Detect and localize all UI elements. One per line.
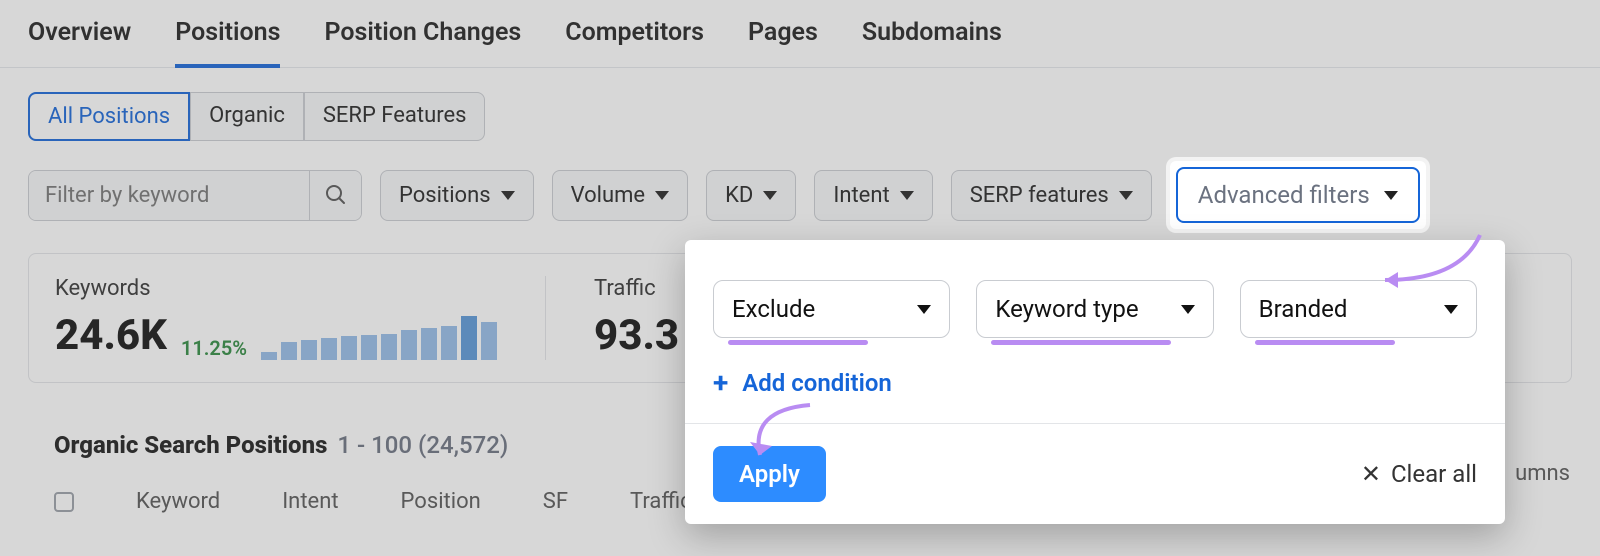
filter-positions[interactable]: Positions [380, 170, 534, 221]
results-range: 1 - 100 (24,572) [337, 431, 508, 459]
keyword-search [28, 170, 362, 221]
chevron-down-icon [900, 191, 914, 200]
filter-serp-features[interactable]: SERP features [951, 170, 1152, 221]
stat-traffic-label: Traffic [594, 276, 679, 301]
filter-kd-label: KD [725, 183, 753, 208]
stat-keywords-value: 24.6K [55, 311, 167, 360]
advanced-filters-label: Advanced filters [1198, 181, 1370, 209]
chevron-down-icon [501, 191, 515, 200]
condition-value-value: Branded [1259, 295, 1348, 323]
manage-columns-partial[interactable]: umns [1515, 461, 1570, 486]
pos-serp-features[interactable]: SERP Features [304, 92, 486, 141]
condition-value-select[interactable]: Branded [1240, 280, 1477, 338]
nav-tabs: Overview Positions Position Changes Comp… [0, 0, 1600, 68]
tab-pages[interactable]: Pages [748, 18, 818, 67]
tab-overview[interactable]: Overview [28, 18, 131, 67]
chevron-down-icon [917, 305, 931, 314]
col-traffic[interactable]: Traffic [630, 489, 692, 514]
filter-kd[interactable]: KD [706, 170, 796, 221]
stat-keywords: Keywords 24.6K 11.25% [55, 276, 546, 360]
tab-subdomains[interactable]: Subdomains [862, 18, 1002, 67]
filter-serp-features-label: SERP features [970, 183, 1109, 208]
advanced-filters-button[interactable]: Advanced filters [1176, 167, 1420, 223]
chevron-down-icon [1181, 305, 1195, 314]
chevron-down-icon [1384, 191, 1398, 200]
col-sf[interactable]: SF [543, 489, 568, 514]
stat-keywords-label: Keywords [55, 276, 497, 301]
keyword-search-button[interactable] [309, 171, 361, 220]
annotation-underline [728, 340, 868, 345]
condition-field-value: Keyword type [995, 295, 1138, 323]
condition-action-value: Exclude [732, 295, 815, 323]
pos-organic[interactable]: Organic [190, 92, 304, 141]
chevron-down-icon [763, 191, 777, 200]
stat-keywords-change: 11.25% [181, 336, 247, 360]
tab-positions[interactable]: Positions [175, 18, 280, 67]
condition-row: Exclude Keyword type Branded [713, 280, 1477, 338]
clear-all-label: Clear all [1391, 460, 1477, 488]
filter-intent-label: Intent [833, 183, 889, 208]
filter-intent[interactable]: Intent [814, 170, 932, 221]
condition-field-select[interactable]: Keyword type [976, 280, 1213, 338]
col-intent[interactable]: Intent [282, 489, 338, 514]
keywords-trend-chart [261, 312, 497, 360]
keyword-search-input[interactable] [29, 171, 309, 220]
add-condition-label: Add condition [742, 369, 892, 397]
advanced-filters-highlight: Advanced filters [1170, 161, 1426, 229]
tab-competitors[interactable]: Competitors [565, 18, 704, 67]
select-all-checkbox[interactable] [54, 492, 74, 512]
apply-button[interactable]: Apply [713, 446, 826, 502]
annotation-underline [991, 340, 1171, 345]
col-position[interactable]: Position [401, 489, 481, 514]
chevron-down-icon [1119, 191, 1133, 200]
pos-all[interactable]: All Positions [28, 92, 190, 141]
annotation-underline [1255, 340, 1395, 345]
chevron-down-icon [1444, 305, 1458, 314]
clear-all-button[interactable]: ✕ Clear all [1361, 460, 1477, 488]
search-icon [324, 183, 348, 207]
chevron-down-icon [655, 191, 669, 200]
filter-volume-label: Volume [571, 183, 646, 208]
plus-icon: + [713, 366, 728, 399]
filter-row: Positions Volume KD Intent SERP features… [28, 161, 1600, 229]
add-condition-button[interactable]: + Add condition [713, 366, 1477, 399]
results-title: Organic Search Positions [54, 431, 327, 459]
close-icon: ✕ [1361, 460, 1381, 488]
filter-positions-label: Positions [399, 183, 491, 208]
condition-action-select[interactable]: Exclude [713, 280, 950, 338]
tab-position-changes[interactable]: Position Changes [324, 18, 521, 67]
col-keyword[interactable]: Keyword [136, 489, 220, 514]
stat-traffic-value: 93.3 [594, 311, 679, 360]
advanced-filters-popover: Exclude Keyword type Branded + Add condi… [685, 240, 1505, 524]
position-type-group: All Positions Organic SERP Features [28, 92, 1600, 141]
filter-volume[interactable]: Volume [552, 170, 689, 221]
